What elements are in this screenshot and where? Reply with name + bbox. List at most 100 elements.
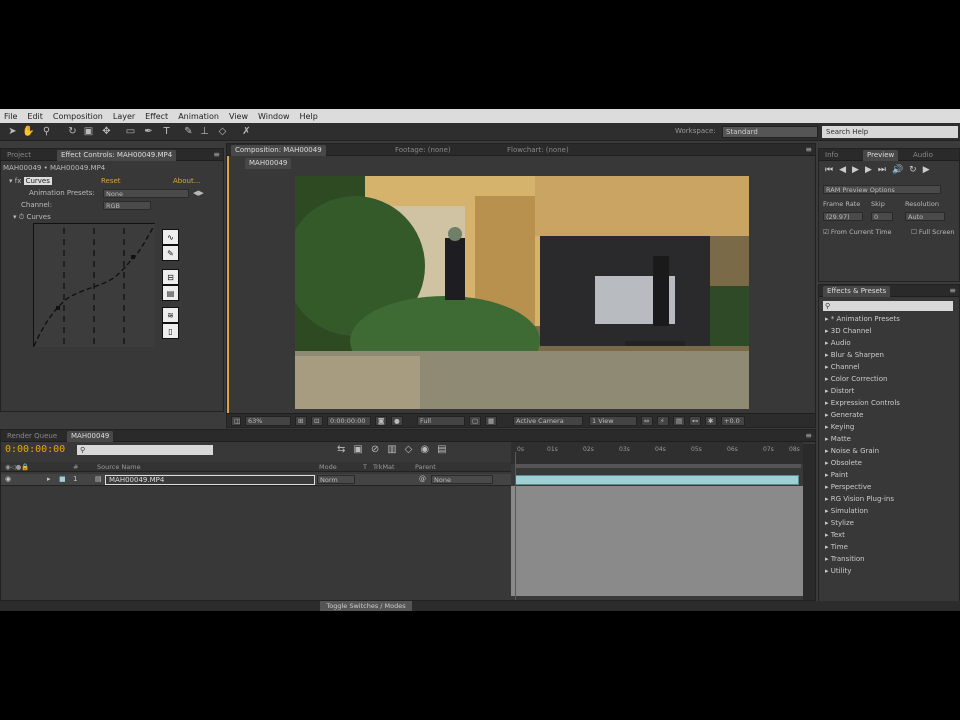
tab-preview[interactable]: Preview [863, 150, 899, 161]
current-time-indicator[interactable] [515, 452, 516, 600]
about-link[interactable]: About... [173, 176, 200, 186]
work-area-bar[interactable] [515, 464, 801, 468]
timeline-search-input[interactable]: ⚲ [77, 445, 213, 455]
parent-pickwhip-icon[interactable]: @ [419, 475, 426, 483]
layer-visibility-icon[interactable]: ◉ [5, 475, 11, 483]
full-screen-checkbox[interactable]: ☐ Full Screen [911, 227, 954, 237]
comp-breadcrumb[interactable]: MAH00049 [245, 158, 292, 169]
column-source-name[interactable]: Source Name [97, 463, 141, 471]
tab-render-queue[interactable]: Render Queue [3, 431, 61, 442]
effect-category[interactable]: ▸ 3D Channel [825, 327, 872, 335]
rotate-tool-icon[interactable]: ↻ [66, 125, 79, 138]
camera-select[interactable]: Active Camera [513, 416, 583, 426]
effect-category[interactable]: ▸ RG Vision Plug-ins [825, 495, 894, 503]
animation-presets-select[interactable]: None [103, 189, 189, 198]
type-tool-icon[interactable]: T [160, 125, 173, 138]
layer-name-field[interactable]: MAH00049.MP4 [105, 475, 315, 485]
effect-category[interactable]: ▸ Blur & Sharpen [825, 351, 884, 359]
panel-menu-icon[interactable]: ≡ [805, 145, 812, 154]
panel-menu-icon[interactable]: ≡ [213, 150, 220, 159]
region-of-interest-icon[interactable]: ▢ [469, 416, 481, 426]
timeline-icon[interactable]: ▤ [673, 416, 685, 426]
exposure-value[interactable]: +0.0 [721, 416, 745, 426]
resolution-select[interactable]: Full [417, 416, 465, 426]
frame-rate-select[interactable]: (29.97) [823, 212, 863, 221]
effect-category[interactable]: ▸ * Animation Presets [825, 315, 900, 323]
parent-select[interactable]: None [431, 475, 493, 484]
effect-category[interactable]: ▸ Distort [825, 387, 854, 395]
tab-effects-presets[interactable]: Effects & Presets [823, 286, 891, 297]
layer-mode-select[interactable]: Norm [317, 475, 355, 484]
tab-composition[interactable]: Composition: MAH00049 [231, 145, 326, 156]
exposure-icon[interactable]: ✱ [705, 416, 717, 426]
effect-category[interactable]: ▸ Text [825, 531, 845, 539]
fast-previews-icon[interactable]: ⚡ [657, 416, 669, 426]
menu-edit[interactable]: Edit [27, 112, 43, 121]
snapshot-icon[interactable]: ◙ [375, 416, 387, 426]
effect-category[interactable]: ▸ Transition [825, 555, 865, 563]
channel-select[interactable]: RGB [103, 201, 151, 210]
effect-category[interactable]: ▸ Stylize [825, 519, 854, 527]
panel-menu-icon[interactable]: ≡ [949, 286, 956, 295]
menu-effect[interactable]: Effect [145, 112, 168, 121]
curve-tool-icon[interactable]: ∿ [162, 229, 179, 245]
tab-project[interactable]: Project [3, 150, 35, 161]
selection-tool-icon[interactable]: ➤ [6, 125, 19, 138]
effect-category[interactable]: ▸ Paint [825, 471, 848, 479]
panel-menu-icon[interactable]: ≡ [805, 431, 812, 440]
effect-category[interactable]: ▸ Keying [825, 423, 854, 431]
effect-category[interactable]: ▸ Color Correction [825, 375, 887, 383]
camera-tool-icon[interactable]: ▣ [82, 125, 95, 138]
from-current-time-checkbox[interactable]: ☑ From Current Time [823, 227, 891, 237]
always-preview-icon[interactable]: ◫ [231, 416, 241, 426]
composition-viewer[interactable] [295, 176, 749, 409]
menu-layer[interactable]: Layer [113, 112, 135, 121]
skip-input[interactable]: 0 [871, 212, 893, 221]
time-ruler[interactable]: 0s 01s 02s 03s 04s 05s 06s 07s 08s [511, 442, 803, 464]
playback-controls[interactable]: ⏮◀▶▶⏭🔊↻▶ [825, 165, 936, 175]
expand-icon[interactable]: ▾ fx [9, 177, 24, 185]
magnification-select[interactable]: 63% [245, 416, 291, 426]
timeline-track-area[interactable] [511, 486, 803, 596]
channel-icon[interactable]: ● [391, 416, 403, 426]
curves-property[interactable]: ▾ ⏱ Curves [13, 212, 51, 222]
timeline-scrollbar[interactable] [803, 444, 815, 600]
smooth-curve-icon[interactable]: ≋ [162, 307, 179, 323]
pixel-aspect-icon[interactable]: ⇔ [641, 416, 653, 426]
timeline-current-time[interactable]: 0:00:00:00 [5, 444, 65, 455]
menu-view[interactable]: View [229, 112, 248, 121]
clone-stamp-tool-icon[interactable]: ⊥ [198, 125, 211, 138]
tab-flowchart[interactable]: Flowchart: (none) [503, 145, 573, 156]
tab-info[interactable]: Info [821, 150, 842, 161]
effect-category[interactable]: ▸ Perspective [825, 483, 871, 491]
transparency-grid-icon[interactable]: ▦ [485, 416, 497, 426]
effect-category[interactable]: ▸ Matte [825, 435, 851, 443]
flowchart-icon[interactable]: ⊷ [689, 416, 701, 426]
open-curve-icon[interactable]: ⊟ [162, 269, 179, 285]
menu-window[interactable]: Window [258, 112, 290, 121]
tab-timeline-comp[interactable]: MAH00049 [67, 431, 114, 442]
safe-zones-icon[interactable]: ⊞ [295, 416, 307, 426]
effect-category[interactable]: ▸ Utility [825, 567, 851, 575]
view-layout-select[interactable]: 1 View [589, 416, 637, 426]
mask-visibility-icon[interactable]: ⊡ [311, 416, 323, 426]
layer-row[interactable]: ◉ ▸ ■ 1 ▤ MAH00049.MP4 Norm @ None [1, 474, 511, 486]
reset-curve-icon[interactable]: ▯ [162, 323, 179, 339]
menu-composition[interactable]: Composition [53, 112, 103, 121]
reset-link[interactable]: Reset [101, 176, 121, 186]
effect-category[interactable]: ▸ Channel [825, 363, 860, 371]
current-time-display[interactable]: 0:00:00:00 [327, 416, 371, 426]
pan-behind-tool-icon[interactable]: ✥ [100, 125, 113, 138]
pencil-tool-icon[interactable]: ✎ [162, 245, 179, 261]
effect-category[interactable]: ▸ Audio [825, 339, 851, 347]
workspace-select[interactable]: Standard [722, 126, 818, 138]
effect-category[interactable]: ▸ Expression Controls [825, 399, 900, 407]
eraser-tool-icon[interactable]: ◇ [216, 125, 229, 138]
effect-header[interactable]: ▾ fx Curves [9, 176, 52, 186]
effect-category[interactable]: ▸ Time [825, 543, 848, 551]
effect-category[interactable]: ▸ Generate [825, 411, 863, 419]
rectangle-tool-icon[interactable]: ▭ [124, 125, 137, 138]
save-curve-icon[interactable]: ▤ [162, 285, 179, 301]
layer-expand-icon[interactable]: ▸ [47, 475, 51, 483]
tab-effect-controls[interactable]: Effect Controls: MAH00049.MP4 [57, 150, 177, 161]
